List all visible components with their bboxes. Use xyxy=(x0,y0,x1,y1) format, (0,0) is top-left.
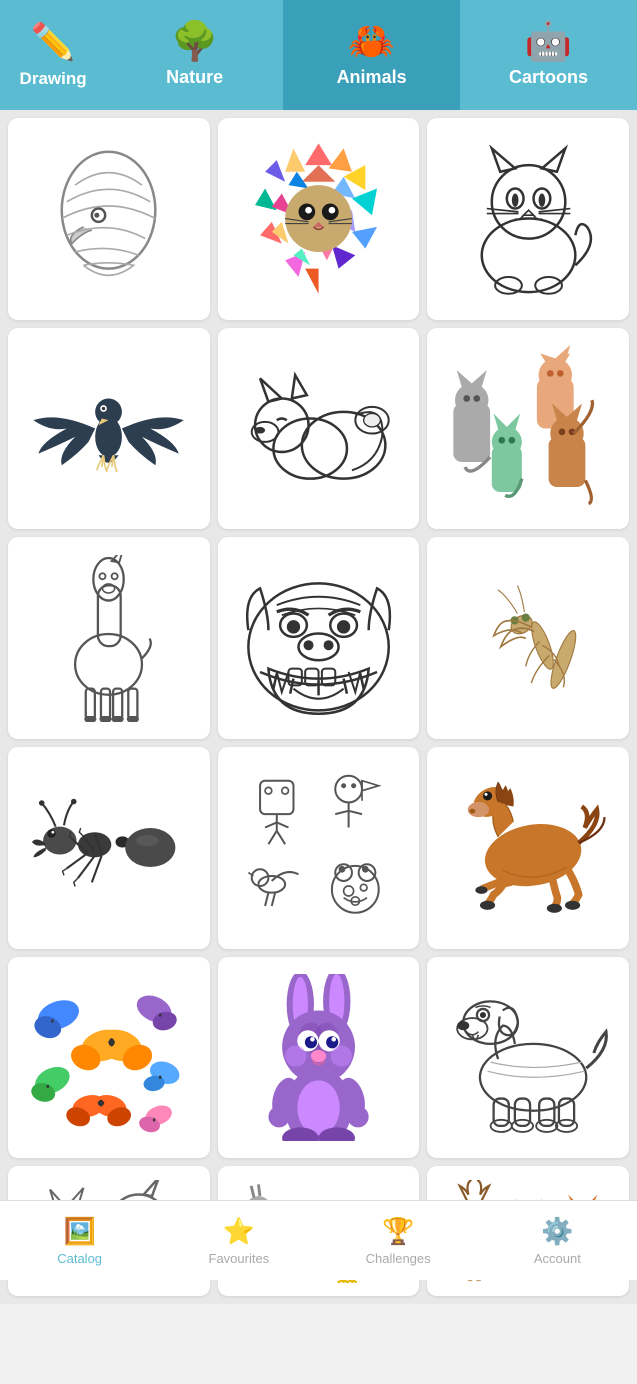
tab-cartoons[interactable]: 🤖 Cartoons xyxy=(460,0,637,110)
grid-item-cat-sketch[interactable] xyxy=(427,118,629,320)
nature-icon: 🌳 xyxy=(171,23,218,61)
grid-item-rabbit[interactable] xyxy=(218,957,420,1159)
tab-nature-label: Nature xyxy=(166,67,223,88)
tab-animals[interactable]: 🦀 Animals xyxy=(283,0,460,110)
grid-item-small-animals[interactable] xyxy=(218,747,420,949)
bottom-tab-catalog-label: Catalog xyxy=(57,1251,102,1266)
bottom-tab-challenges[interactable]: 🏆 Challenges xyxy=(319,1216,478,1266)
favourites-icon: ⭐ xyxy=(223,1216,255,1247)
grid-item-butterflies[interactable] xyxy=(8,957,210,1159)
bottom-tab-account-label: Account xyxy=(534,1251,581,1266)
tab-nature[interactable]: 🌳 Nature xyxy=(106,0,283,110)
bottom-tab-favourites-label: Favourites xyxy=(209,1251,270,1266)
cartoons-icon: 🤖 xyxy=(525,23,572,61)
drawing-icon: ✏️ xyxy=(31,21,76,63)
grid-item-cats-group[interactable] xyxy=(427,328,629,530)
animal-grid xyxy=(0,110,637,1304)
grid-item-eagle-sketch[interactable] xyxy=(8,118,210,320)
grid-item-eagle-wings[interactable] xyxy=(8,328,210,530)
grid-item-llama-sketch[interactable] xyxy=(8,537,210,739)
grid-item-bulldog-sketch[interactable] xyxy=(218,537,420,739)
grid-item-mantis[interactable] xyxy=(427,537,629,739)
grid-item-ant[interactable] xyxy=(8,747,210,949)
top-navigation: ✏️ Drawing 🌳 Nature 🦀 Animals 🤖 Cartoons xyxy=(0,0,637,110)
account-icon: ⚙️ xyxy=(541,1216,573,1247)
tab-cartoons-label: Cartoons xyxy=(509,67,588,88)
grid-item-dog-sketch[interactable] xyxy=(427,957,629,1159)
bottom-tab-catalog[interactable]: 🖼️ Catalog xyxy=(0,1216,159,1266)
tab-drawing[interactable]: ✏️ Drawing xyxy=(0,0,106,110)
bottom-tab-account[interactable]: ⚙️ Account xyxy=(478,1216,637,1266)
grid-item-horse[interactable] xyxy=(427,747,629,949)
animals-icon: 🦀 xyxy=(348,23,395,61)
tab-animals-label: Animals xyxy=(337,67,407,88)
tab-drawing-label: Drawing xyxy=(20,69,87,89)
bottom-tab-challenges-label: Challenges xyxy=(366,1251,431,1266)
bottom-tab-favourites[interactable]: ⭐ Favourites xyxy=(159,1216,318,1266)
challenges-icon: 🏆 xyxy=(382,1216,414,1247)
grid-item-colorful-lion[interactable] xyxy=(218,118,420,320)
grid-item-fox-sketch[interactable] xyxy=(218,328,420,530)
catalog-icon: 🖼️ xyxy=(63,1216,95,1247)
bottom-navigation: 🖼️ Catalog ⭐ Favourites 🏆 Challenges ⚙️ … xyxy=(0,1200,637,1280)
